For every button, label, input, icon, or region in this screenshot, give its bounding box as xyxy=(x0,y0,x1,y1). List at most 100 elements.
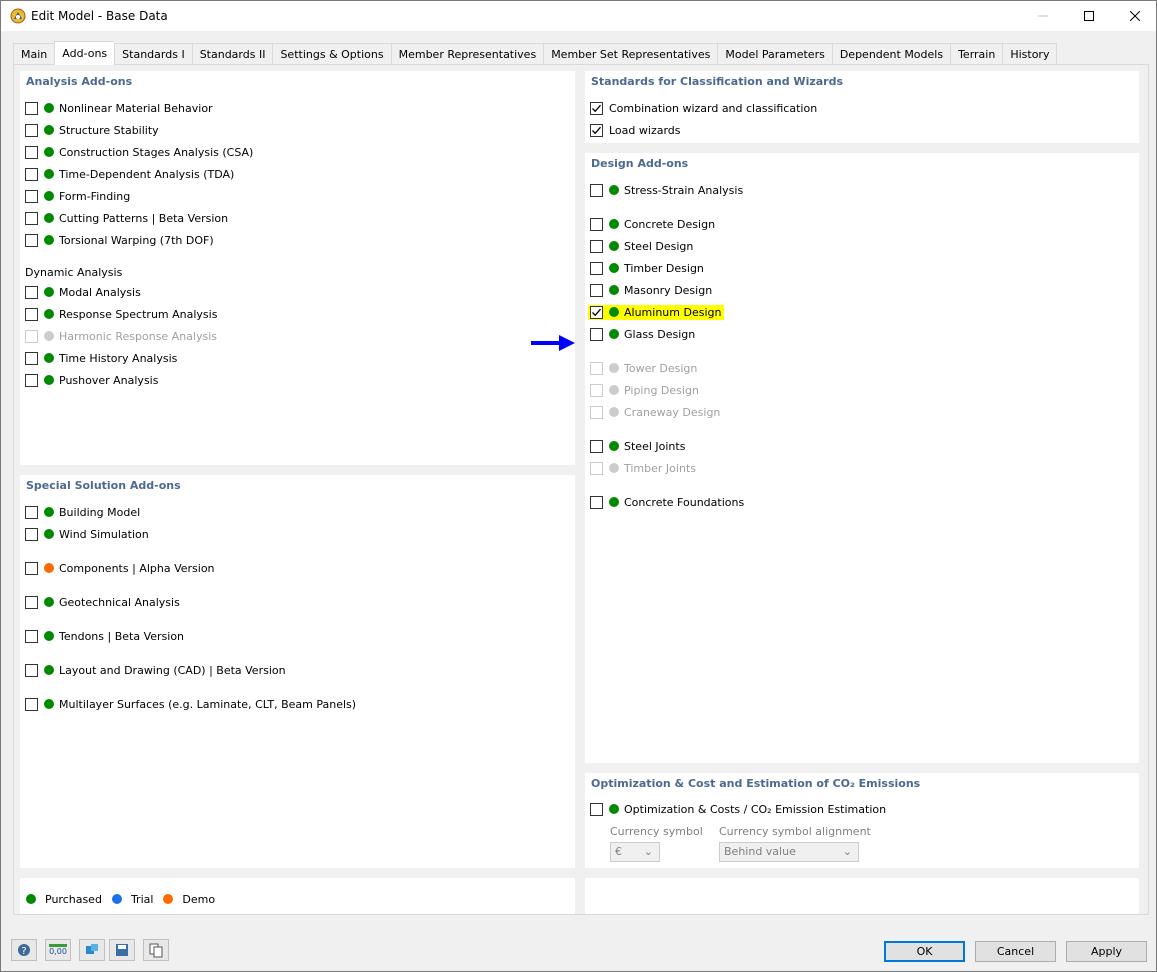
tab-main[interactable]: Main xyxy=(13,43,55,65)
dialog-footer: ? 0,00 OK Cancel Apply xyxy=(1,917,1156,971)
tab-dependent-models[interactable]: Dependent Models xyxy=(831,43,951,65)
tendons-beta-version-checkbox[interactable] xyxy=(25,629,38,643)
tab-standards-ii[interactable]: Standards II xyxy=(191,43,273,65)
construction-stages-analysis-csa-checkbox[interactable] xyxy=(25,145,38,159)
save-settings-button[interactable] xyxy=(109,939,135,961)
aluminum-design-checkbox[interactable] xyxy=(590,305,603,319)
addon-masonry-design[interactable]: Masonry Design xyxy=(590,281,712,299)
tab-settings-options[interactable]: Settings & Options xyxy=(272,43,391,65)
tab-terrain[interactable]: Terrain xyxy=(950,43,1003,65)
purchased-dot-icon xyxy=(44,375,54,385)
concrete-foundations-checkbox[interactable] xyxy=(590,495,603,509)
optimization-item[interactable]: Optimization & Costs / CO₂ Emission Esti… xyxy=(590,800,886,818)
modal-analysis-checkbox[interactable] xyxy=(25,285,38,299)
tab-standards-i[interactable]: Standards I xyxy=(114,43,192,65)
timber-design-checkbox[interactable] xyxy=(590,261,603,275)
minimize-button[interactable] xyxy=(1020,1,1066,31)
addon-glass-design[interactable]: Glass Design xyxy=(590,325,695,343)
multilayer-surfaces-e-g-laminate-clt-beam-panels-checkbox[interactable] xyxy=(25,697,38,711)
response-spectrum-analysis-checkbox[interactable] xyxy=(25,307,38,321)
addon-wind-simulation[interactable]: Wind Simulation xyxy=(25,525,149,543)
form-finding-checkbox[interactable] xyxy=(25,189,38,203)
pushover-analysis-checkbox[interactable] xyxy=(25,373,38,387)
demo-dot-icon xyxy=(163,894,174,904)
cancel-button[interactable]: Cancel xyxy=(975,941,1056,962)
concrete-design-checkbox[interactable] xyxy=(590,217,603,231)
purchased-dot-icon xyxy=(44,353,54,363)
glass-design-checkbox[interactable] xyxy=(590,327,603,341)
steel-design-checkbox[interactable] xyxy=(590,239,603,253)
purchased-dot-icon xyxy=(609,219,619,229)
tab-member-set-representatives[interactable]: Member Set Representatives xyxy=(543,43,718,65)
steel-joints-checkbox[interactable] xyxy=(590,439,603,453)
time-history-analysis-checkbox[interactable] xyxy=(25,351,38,365)
addon-aluminum-design[interactable]: Aluminum Design xyxy=(588,303,725,321)
currency-symbol-select[interactable]: € ⌄ xyxy=(610,842,660,862)
disabled-dot-icon xyxy=(609,385,619,395)
addon-harmonic-response-analysis: Harmonic Response Analysis xyxy=(25,327,217,345)
addon-multilayer-surfaces-e-g-laminate-clt-beam-panels[interactable]: Multilayer Surfaces (e.g. Laminate, CLT,… xyxy=(25,695,356,713)
wind-simulation-checkbox[interactable] xyxy=(25,527,38,541)
alignment-select[interactable]: Behind value ⌄ xyxy=(719,842,859,862)
combination-wizard-and-classification-checkbox[interactable] xyxy=(590,101,603,115)
addon-response-spectrum-analysis[interactable]: Response Spectrum Analysis xyxy=(25,305,217,323)
addon-time-history-analysis[interactable]: Time History Analysis xyxy=(25,349,177,367)
craneway-design-label: Craneway Design xyxy=(624,405,721,419)
nonlinear-material-behavior-checkbox[interactable] xyxy=(25,101,38,115)
purchased-dot-icon xyxy=(44,125,54,135)
stress-strain-analysis-checkbox[interactable] xyxy=(590,183,603,197)
addon-torsional-warping-7th-dof[interactable]: Torsional Warping (7th DOF) xyxy=(25,231,214,249)
addon-components-alpha-version[interactable]: Components | Alpha Version xyxy=(25,559,215,577)
addon-geotechnical-analysis[interactable]: Geotechnical Analysis xyxy=(25,593,180,611)
addon-form-finding[interactable]: Form-Finding xyxy=(25,187,130,205)
addon-combination-wizard-and-classification[interactable]: Combination wizard and classification xyxy=(590,99,817,117)
time-dependent-analysis-tda-checkbox[interactable] xyxy=(25,167,38,181)
tab-member-representatives[interactable]: Member Representatives xyxy=(390,43,544,65)
addon-steel-joints[interactable]: Steel Joints xyxy=(590,437,685,455)
layout-and-drawing-cad-beta-version-checkbox[interactable] xyxy=(25,663,38,677)
addon-cutting-patterns-beta-version[interactable]: Cutting Patterns | Beta Version xyxy=(25,209,228,227)
addon-building-model[interactable]: Building Model xyxy=(25,503,140,521)
help-button[interactable]: ? xyxy=(11,939,37,961)
tendons-beta-version-label: Tendons | Beta Version xyxy=(59,629,185,643)
addon-nonlinear-material-behavior[interactable]: Nonlinear Material Behavior xyxy=(25,99,213,117)
maximize-button[interactable] xyxy=(1066,1,1112,31)
addon-tendons-beta-version[interactable]: Tendons | Beta Version xyxy=(25,627,184,645)
addon-concrete-foundations[interactable]: Concrete Foundations xyxy=(590,493,744,511)
tab-add-ons[interactable]: Add-ons xyxy=(54,41,115,65)
addon-structure-stability[interactable]: Structure Stability xyxy=(25,121,159,139)
optimization-checkbox[interactable] xyxy=(590,802,603,816)
tab-model-parameters[interactable]: Model Parameters xyxy=(717,43,832,65)
geotechnical-analysis-checkbox[interactable] xyxy=(25,595,38,609)
components-alpha-version-checkbox[interactable] xyxy=(25,561,38,575)
building-model-checkbox[interactable] xyxy=(25,505,38,519)
addon-stress-strain-analysis[interactable]: Stress-Strain Analysis xyxy=(590,181,743,199)
torsional-warping-7th-dof-checkbox[interactable] xyxy=(25,233,38,247)
masonry-design-label: Masonry Design xyxy=(624,283,713,297)
wind-simulation-label: Wind Simulation xyxy=(59,527,149,541)
masonry-design-checkbox[interactable] xyxy=(590,283,603,297)
apply-button[interactable]: Apply xyxy=(1066,941,1147,962)
addon-load-wizards[interactable]: Load wizards xyxy=(590,121,681,139)
layout-and-drawing-cad-beta-version-label: Layout and Drawing (CAD) | Beta Version xyxy=(59,663,286,677)
cutting-patterns-beta-version-checkbox[interactable] xyxy=(25,211,38,225)
addon-modal-analysis[interactable]: Modal Analysis xyxy=(25,283,141,301)
structure-stability-checkbox[interactable] xyxy=(25,123,38,137)
transfer-button[interactable] xyxy=(79,939,105,961)
ok-button[interactable]: OK xyxy=(884,941,965,962)
addon-layout-and-drawing-cad-beta-version[interactable]: Layout and Drawing (CAD) | Beta Version xyxy=(25,661,286,679)
addon-steel-design[interactable]: Steel Design xyxy=(590,237,693,255)
addon-timber-design[interactable]: Timber Design xyxy=(590,259,704,277)
load-wizards-checkbox[interactable] xyxy=(590,123,603,137)
addon-time-dependent-analysis-tda[interactable]: Time-Dependent Analysis (TDA) xyxy=(25,165,234,183)
purchased-dot-icon xyxy=(44,147,54,157)
addon-construction-stages-analysis-csa[interactable]: Construction Stages Analysis (CSA) xyxy=(25,143,253,161)
addon-pushover-analysis[interactable]: Pushover Analysis xyxy=(25,371,158,389)
addon-concrete-design[interactable]: Concrete Design xyxy=(590,215,715,233)
units-button[interactable]: 0,00 xyxy=(45,939,71,961)
transfer-icon xyxy=(86,944,98,954)
copy-button[interactable] xyxy=(143,939,169,961)
tab-history[interactable]: History xyxy=(1002,43,1058,65)
close-button[interactable] xyxy=(1112,1,1156,31)
legend: Purchased Trial Demo xyxy=(26,890,215,908)
